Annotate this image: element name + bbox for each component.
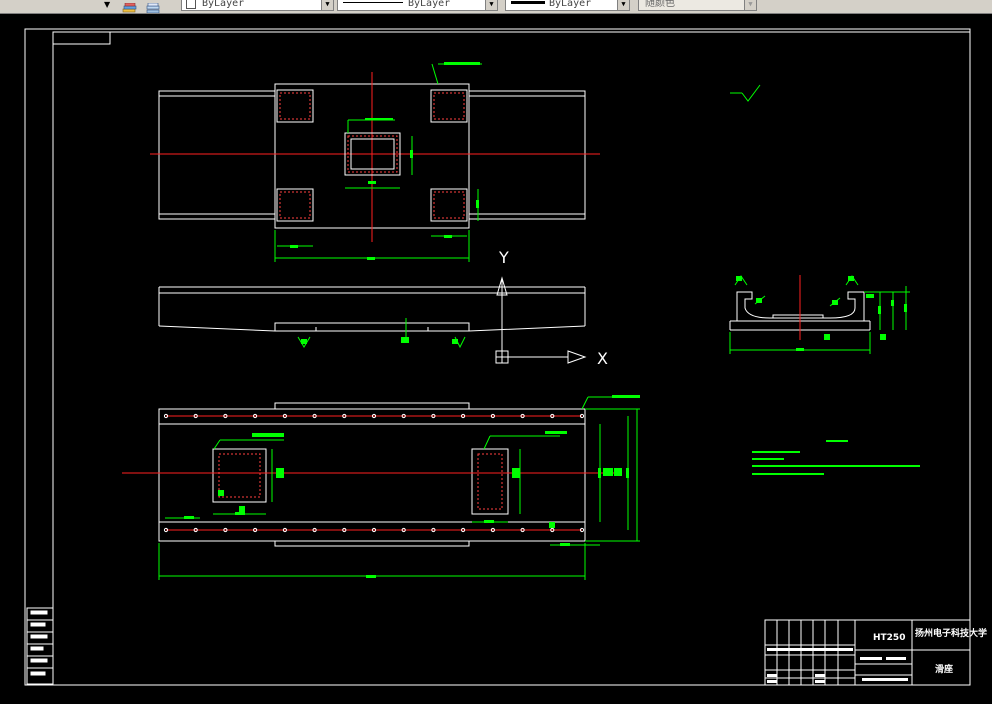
properties-toolbar: ▼ ByLayer ▼ ByLayer ▼ ByLayer ▼ 随颜色 ▼ <box>0 0 992 14</box>
color-swatch <box>186 0 196 9</box>
chevron-down-icon[interactable]: ▼ <box>104 0 110 12</box>
bottom-view <box>122 395 640 580</box>
drawing-code: HT250 <box>873 633 905 643</box>
roughness-symbol <box>730 84 761 102</box>
plotstyle-combo: 随颜色 ▼ <box>638 0 757 11</box>
ucs-y-label: Y <box>498 248 509 267</box>
drawing-canvas[interactable]: Y X HT250 扬州电子科技大学 滑座 <box>0 13 992 704</box>
linetype-combo-value: ByLayer <box>408 0 451 9</box>
chevron-down-icon[interactable]: ▼ <box>617 0 629 10</box>
lineweight-combo[interactable]: ByLayer ▼ <box>505 0 630 11</box>
plotstyle-combo-value: 随颜色 <box>645 0 675 9</box>
lineweight-preview <box>511 1 545 4</box>
linetype-preview <box>343 2 403 3</box>
ucs-x-label: X <box>597 349 608 368</box>
linetype-combo[interactable]: ByLayer ▼ <box>337 0 498 11</box>
chevron-down-icon: ▼ <box>744 0 756 10</box>
color-combo-value: ByLayer <box>202 0 245 9</box>
section-view <box>729 275 910 354</box>
color-combo[interactable]: ByLayer ▼ <box>181 0 334 11</box>
lineweight-combo-value: ByLayer <box>549 0 592 9</box>
layer-states-icon[interactable] <box>121 0 137 13</box>
school-name: 扬州电子科技大学 <box>915 627 987 639</box>
chevron-down-icon[interactable]: ▼ <box>321 0 333 10</box>
chevron-down-icon[interactable]: ▼ <box>485 0 497 10</box>
front-view <box>158 286 586 349</box>
top-view <box>150 62 600 262</box>
ucs-icon <box>495 276 587 364</box>
layer-previous-icon[interactable] <box>145 0 161 13</box>
part-name: 滑座 <box>935 663 953 675</box>
revision-block <box>26 607 54 685</box>
technical-notes <box>752 440 920 475</box>
